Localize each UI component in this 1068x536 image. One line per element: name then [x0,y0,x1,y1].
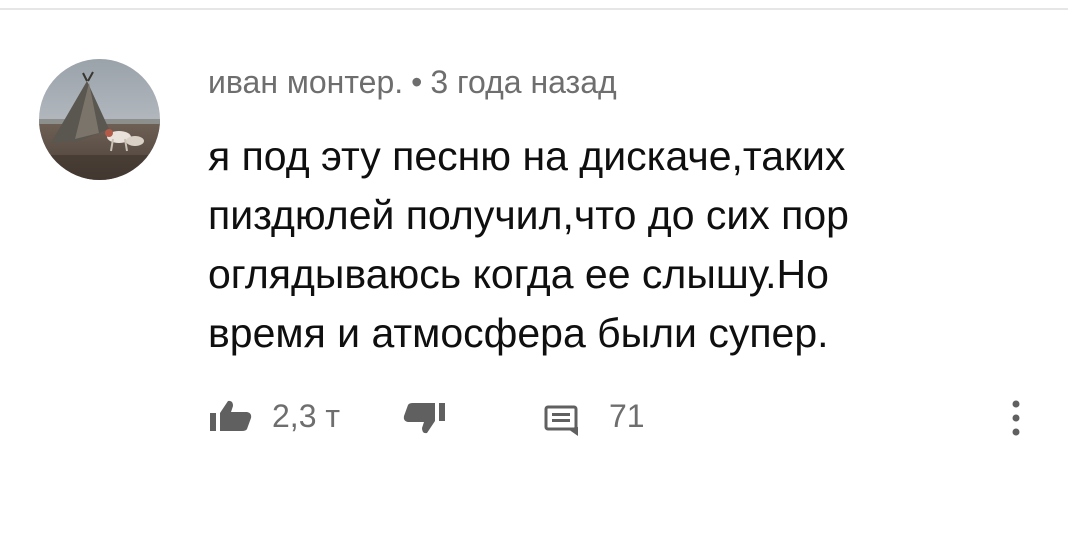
comment-text-line: оглядываюсь когда ее слышу.Но [208,251,829,297]
top-divider [0,8,1068,10]
comment-icon[interactable] [544,405,580,437]
comment-text-line: время и атмосфера были супер. [208,310,829,356]
comment-text-line: я под эту песню на дискаче,таких [208,133,846,179]
thumbs-up-icon[interactable] [209,400,253,432]
more-vertical-icon[interactable] [1008,398,1024,438]
thumbs-down-icon[interactable] [402,402,446,434]
avatar[interactable] [39,59,160,180]
comment-header: иван монтер. • 3 года назад [208,62,617,102]
reply-count: 71 [609,398,645,434]
comment-text: я под эту песню на дискаче,таких пиздюле… [208,127,1008,363]
comment-actions: 2,3 т 71 [0,390,1068,446]
like-count: 2,3 т [272,398,341,434]
comment-text-line: пиздюлей получил,что до сих пор [208,192,849,238]
header-separator: • [411,64,423,100]
comment-timestamp[interactable]: 3 года назад [430,64,616,100]
avatar-image [39,59,160,180]
comment-author[interactable]: иван монтер. [208,64,403,100]
